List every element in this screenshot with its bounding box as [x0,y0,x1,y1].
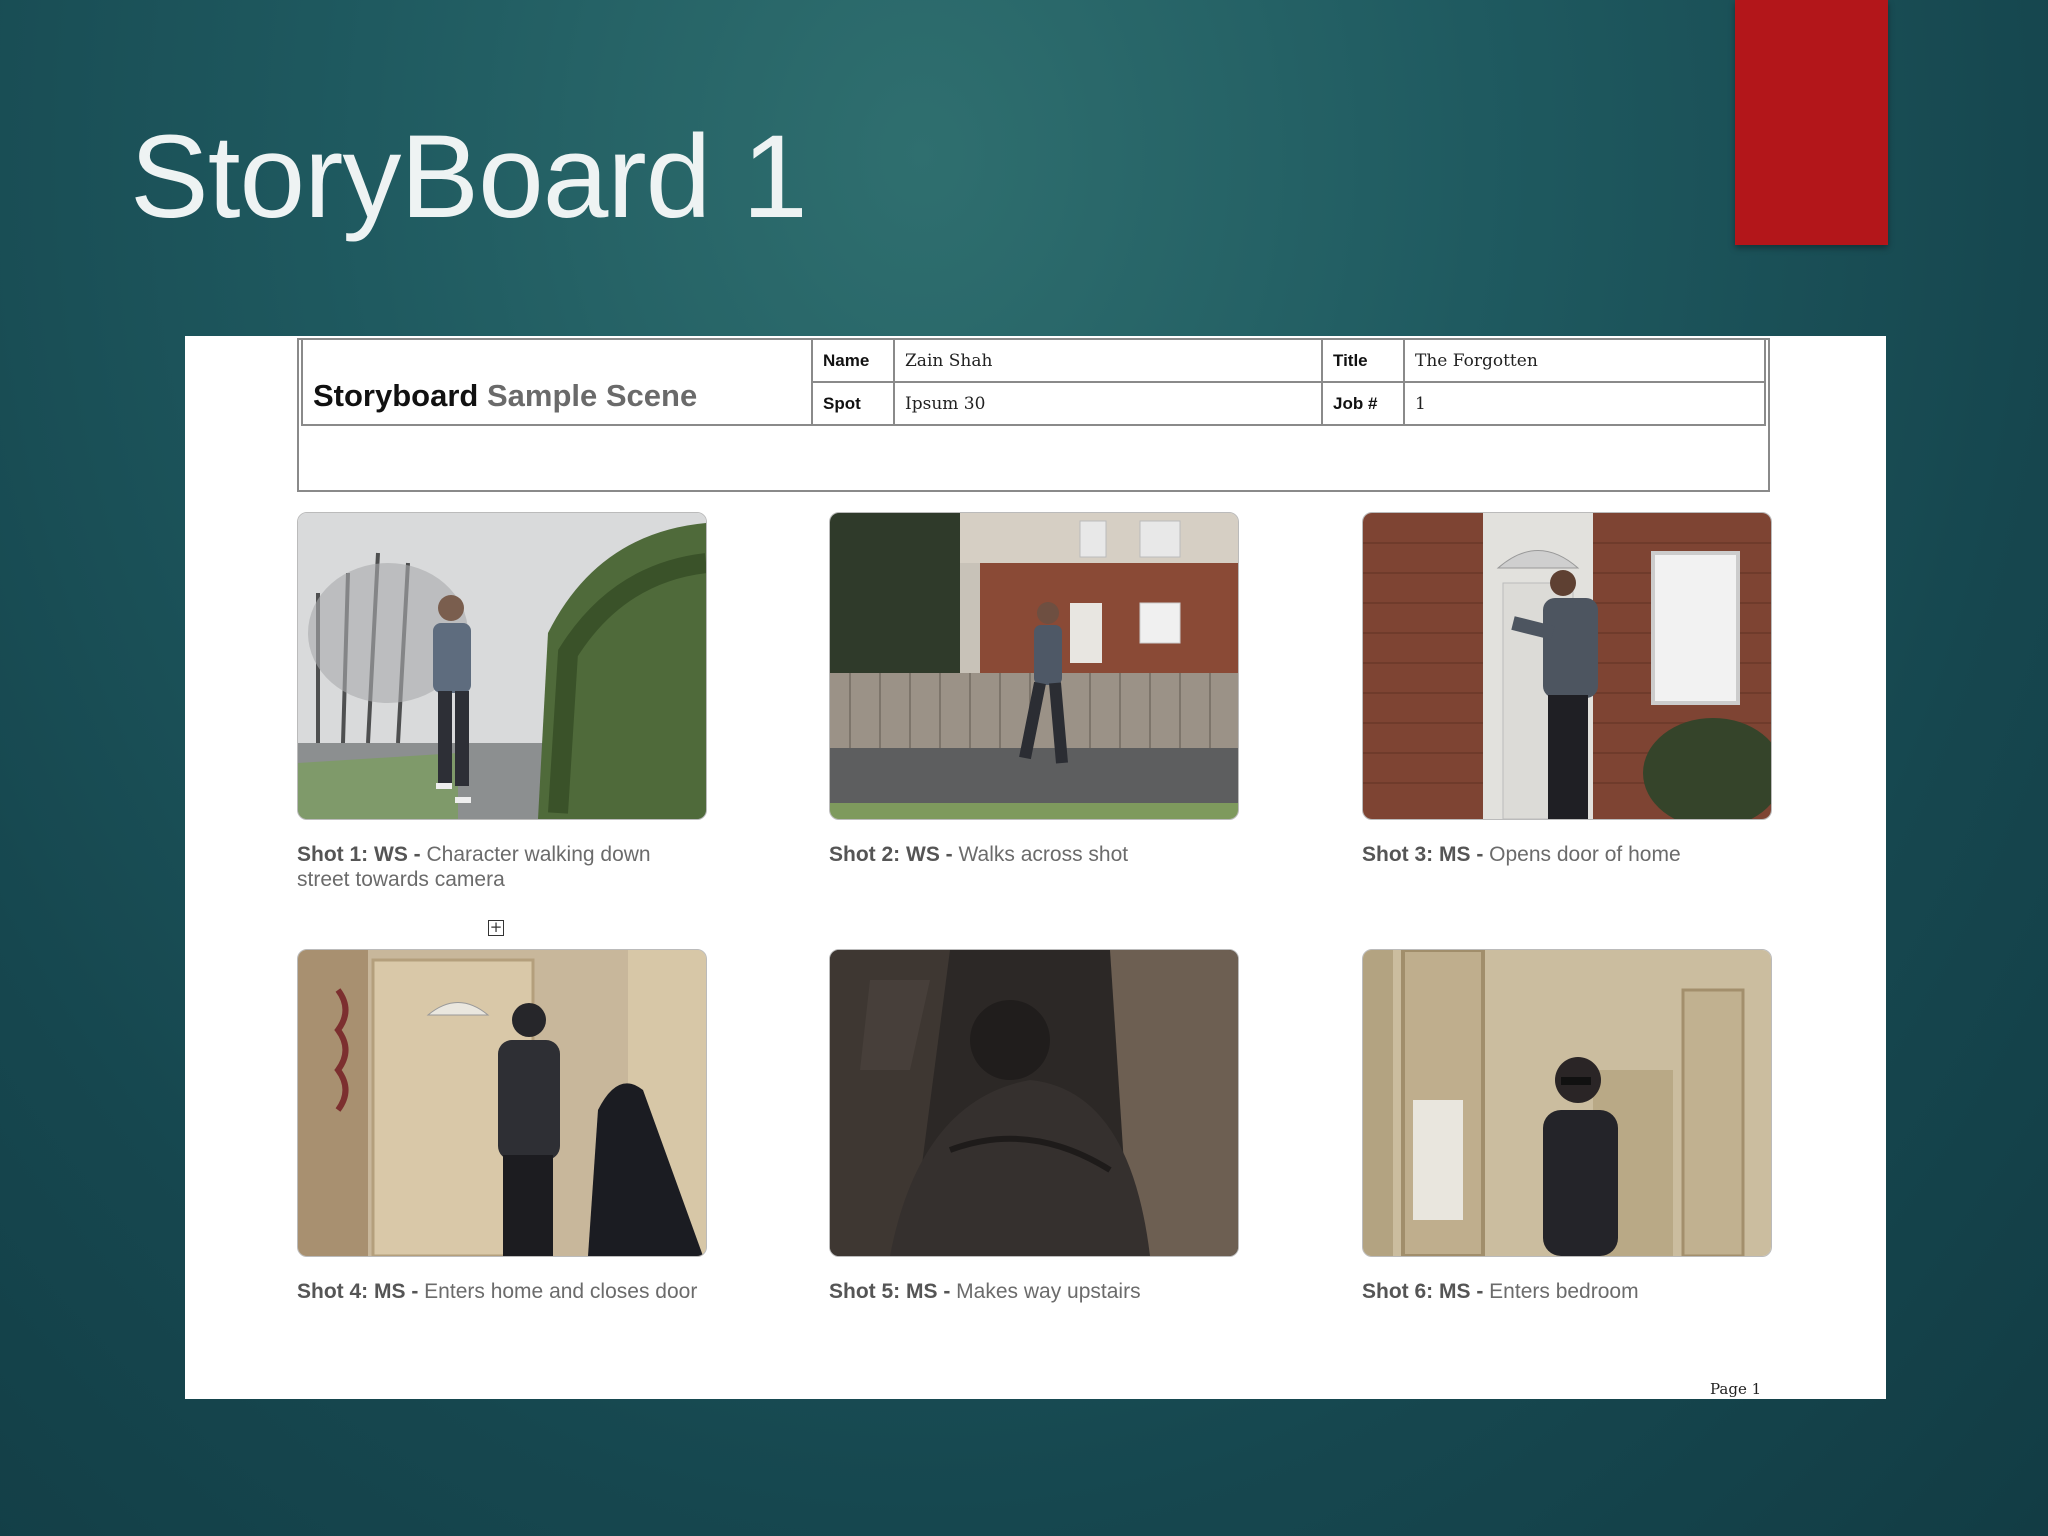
title-label: Title [1321,340,1403,381]
shot-3-description: Opens door of home [1489,843,1681,866]
header-table: Storyboard Sample Scene Name Zain Shah T… [297,338,1770,492]
red-accent-bar [1735,0,1888,245]
page-number: Page 1 [1710,1380,1762,1398]
shot-6-label: Shot 6: MS - [1362,1280,1484,1303]
shot-5: Shot 5: MS - Makes way upstairs [829,949,1239,1304]
shot-4-label: Shot 4: MS - [297,1280,419,1303]
job-value: 1 [1403,383,1766,424]
title-value: The Forgotten [1403,340,1766,381]
shot-6: Shot 6: MS - Enters bedroom [1362,949,1772,1304]
slide-title: StoryBoard 1 [130,111,808,243]
shot-4-image [297,949,707,1257]
storyboard-title-sub: Sample Scene [486,378,698,413]
shot-4-caption: Shot 4: MS - Enters home and closes door [297,1279,707,1304]
spot-label: Spot [811,383,893,424]
shot-2-label: Shot 2: WS - [829,843,953,866]
shot-5-label: Shot 5: MS - [829,1280,951,1303]
shot-5-description: Makes way upstairs [956,1280,1141,1303]
shot-2-image [829,512,1239,820]
name-label: Name [811,340,893,381]
storyboard-title: Storyboard Sample Scene [313,378,697,414]
shot-6-image [1362,949,1772,1257]
shot-6-caption: Shot 6: MS - Enters bedroom [1362,1279,1772,1304]
shot-3-image [1362,512,1772,820]
job-label: Job # [1321,383,1403,424]
shot-5-image [829,949,1239,1257]
shot-3-label: Shot 3: MS - [1362,843,1484,866]
shot-3-caption: Shot 3: MS - Opens door of home [1362,842,1772,867]
shot-6-description: Enters bedroom [1489,1280,1639,1303]
shot-1-image [297,512,707,820]
shot-2-caption: Shot 2: WS - Walks across shot [829,842,1239,867]
storyboard-sheet: Storyboard Sample Scene Name Zain Shah T… [185,336,1886,1399]
name-value: Zain Shah [893,340,1321,381]
shot-4: Shot 4: MS - Enters home and closes door [297,949,707,1304]
shot-3: Shot 3: MS - Opens door of home [1362,512,1772,867]
storyboard-title-main: Storyboard [313,378,479,413]
shot-5-caption: Shot 5: MS - Makes way upstairs [829,1279,1239,1304]
shot-2: Shot 2: WS - Walks across shot [829,512,1239,867]
shot-1-caption: Shot 1: WS - Character walking down stre… [297,842,707,892]
expand-icon[interactable]: + [488,920,504,936]
spot-value: Ipsum 30 [893,383,1321,424]
shot-4-description: Enters home and closes door [424,1280,698,1303]
shot-1-label: Shot 1: WS - [297,843,421,866]
shot-2-description: Walks across shot [958,843,1129,866]
shot-1: Shot 1: WS - Character walking down stre… [297,512,707,892]
header-row-group: Storyboard Sample Scene Name Zain Shah T… [301,340,1766,426]
